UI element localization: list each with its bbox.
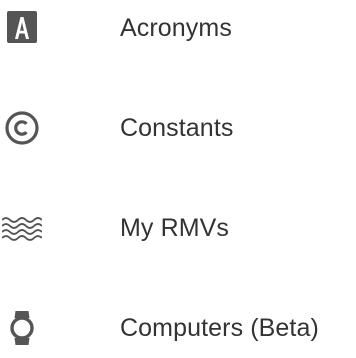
navigation-menu: Acronyms Constants My RMVs Computers (Be… xyxy=(0,0,356,358)
menu-item-constants[interactable]: Constants xyxy=(0,98,356,158)
waves-icon xyxy=(2,217,42,241)
letter-a-box-icon xyxy=(7,11,37,43)
menu-item-label: Constants xyxy=(120,114,234,142)
menu-item-label: Acronyms xyxy=(120,14,232,42)
menu-item-my-rmvs[interactable]: My RMVs xyxy=(0,198,356,258)
watch-icon xyxy=(10,311,34,345)
menu-item-label: My RMVs xyxy=(120,214,230,242)
copyright-circle-icon xyxy=(5,111,39,145)
menu-item-computers-beta[interactable]: Computers (Beta) xyxy=(0,298,356,358)
menu-item-label: Computers (Beta) xyxy=(120,314,319,342)
menu-item-acronyms[interactable]: Acronyms xyxy=(0,0,356,58)
